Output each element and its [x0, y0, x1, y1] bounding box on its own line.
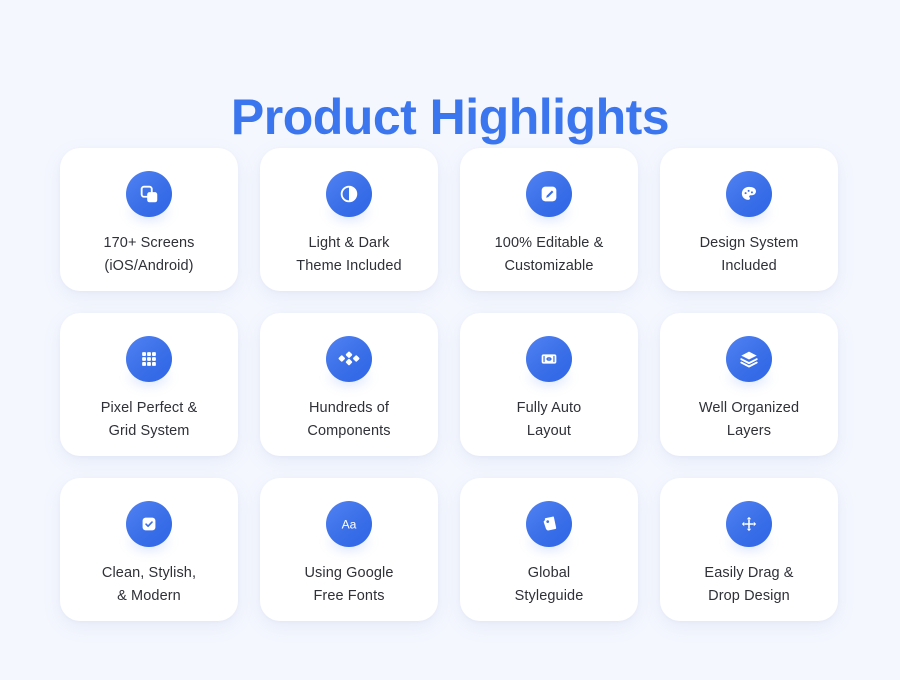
highlight-card-label: Fully Auto Layout [516, 400, 582, 439]
move-arrows-icon [726, 501, 772, 547]
highlight-card-label: Design System Included [699, 235, 799, 274]
grid-icon [126, 336, 172, 382]
highlight-card[interactable]: Aa Using Google Free Fonts [260, 478, 438, 621]
page-title: Product Highlights [230, 88, 670, 145]
copy-screens-icon [126, 171, 172, 217]
highlight-card[interactable]: Global Styleguide [460, 478, 638, 621]
highlight-card[interactable]: Fully Auto Layout [460, 313, 638, 456]
palette-icon [726, 171, 772, 217]
styleguide-book-icon [526, 501, 572, 547]
highlight-card[interactable]: 100% Editable & Customizable [460, 148, 638, 291]
highlight-card[interactable]: Easily Drag & Drop Design [660, 478, 838, 621]
typography-aa-icon: Aa [326, 501, 372, 547]
icon-wrapper [326, 336, 372, 382]
highlight-card-label: Global Styleguide [514, 565, 584, 604]
highlight-card[interactable]: Clean, Stylish, & Modern [60, 478, 238, 621]
checkbox-icon [126, 501, 172, 547]
edit-pencil-icon [526, 171, 572, 217]
product-highlights-page: t.com Product Highlights 170+ Screens (i… [0, 0, 900, 680]
highlight-card[interactable]: Hundreds of Components [260, 313, 438, 456]
icon-wrapper [526, 501, 572, 547]
highlight-card[interactable]: Design System Included [660, 148, 838, 291]
highlights-grid: 170+ Screens (iOS/Android) Light & Dark … [60, 148, 840, 621]
highlight-card[interactable]: Light & Dark Theme Included [260, 148, 438, 291]
highlight-card-label: Pixel Perfect & Grid System [100, 400, 198, 439]
icon-wrapper [126, 501, 172, 547]
highlight-card[interactable]: 170+ Screens (iOS/Android) [60, 148, 238, 291]
highlight-card[interactable]: Well Organized Layers [660, 313, 838, 456]
auto-layout-icon [526, 336, 572, 382]
highlight-card-label: Well Organized Layers [698, 400, 800, 439]
highlight-card-label: Light & Dark Theme Included [296, 235, 402, 274]
contrast-icon [326, 171, 372, 217]
highlight-card-label: Hundreds of Components [307, 400, 391, 439]
highlight-card-label: Using Google Free Fonts [304, 565, 394, 604]
icon-wrapper: Aa [326, 501, 372, 547]
icon-wrapper [126, 171, 172, 217]
highlight-card-label: 100% Editable & Customizable [494, 235, 604, 274]
layers-icon [726, 336, 772, 382]
icon-wrapper [126, 336, 172, 382]
icon-wrapper [726, 171, 772, 217]
icon-wrapper [726, 336, 772, 382]
highlight-card-label: Clean, Stylish, & Modern [101, 565, 197, 604]
icon-wrapper [526, 336, 572, 382]
icon-wrapper [726, 501, 772, 547]
icon-wrapper [526, 171, 572, 217]
icon-wrapper [326, 171, 372, 217]
svg-text:Aa: Aa [342, 517, 357, 531]
highlight-card-label: 170+ Screens (iOS/Android) [103, 235, 195, 274]
highlight-card-label: Easily Drag & Drop Design [704, 565, 794, 604]
highlight-card[interactable]: Pixel Perfect & Grid System [60, 313, 238, 456]
components-icon [326, 336, 372, 382]
